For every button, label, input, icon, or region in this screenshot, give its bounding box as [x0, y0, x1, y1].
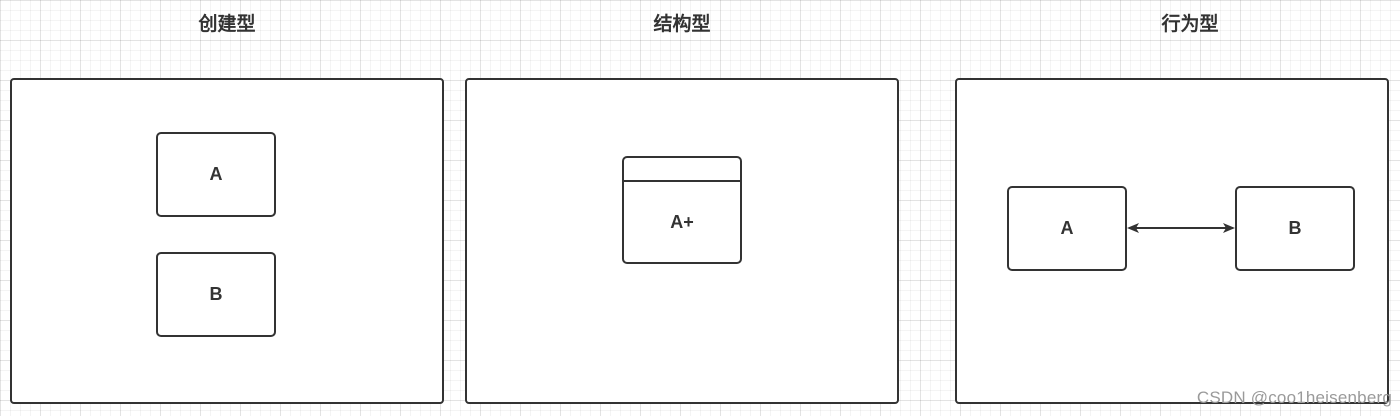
- structural-node-a-plus-label: A+: [670, 211, 694, 232]
- creational-node-a[interactable]: A: [156, 132, 276, 217]
- behavioral-node-b[interactable]: B: [1235, 186, 1355, 271]
- creational-node-a-label: A: [209, 164, 223, 184]
- structural-node-a-plus[interactable]: A+: [622, 180, 742, 264]
- structural-node-header[interactable]: [622, 156, 742, 182]
- title-structural: 结构型: [653, 13, 711, 35]
- creational-node-b-label: B: [209, 284, 223, 304]
- watermark: CSDN @coo1heisenberg: [1196, 388, 1392, 407]
- behavioral-node-a[interactable]: A: [1007, 186, 1127, 271]
- creational-node-b[interactable]: B: [156, 252, 276, 337]
- title-behavioral: 行为型: [1161, 13, 1219, 35]
- behavioral-node-b-label: B: [1288, 218, 1302, 238]
- structural-panel[interactable]: A+: [465, 78, 899, 404]
- title-creational: 创建型: [198, 13, 256, 35]
- bidirectional-arrow[interactable]: [1125, 220, 1237, 236]
- behavioral-panel[interactable]: A B: [955, 78, 1389, 404]
- creational-panel[interactable]: A B: [10, 78, 444, 404]
- behavioral-node-a-label: A: [1060, 218, 1074, 238]
